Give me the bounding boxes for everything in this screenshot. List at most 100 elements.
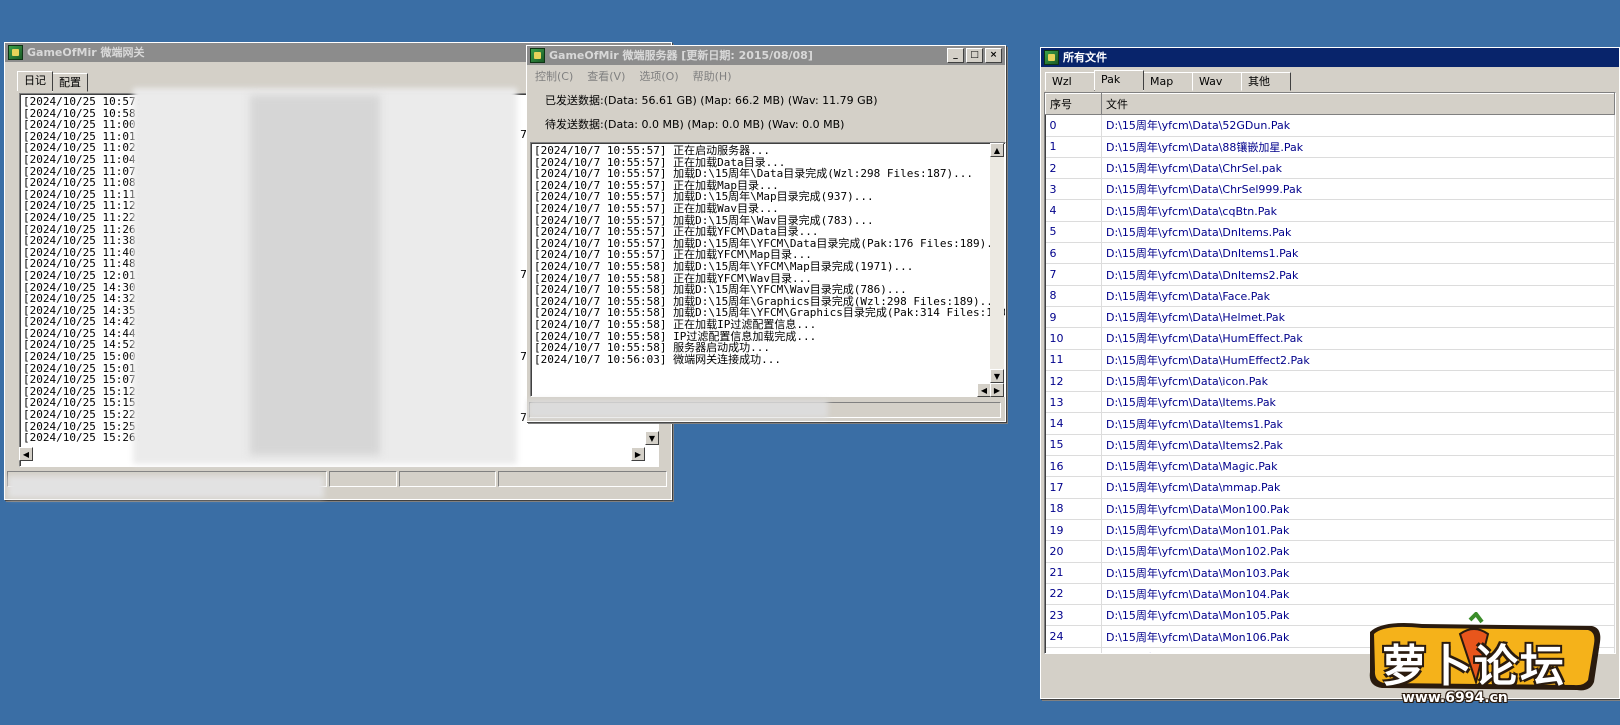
table-row[interactable]: 1 D:\15周年\yfcm\Data\88镶嵌加星.Pak: [1045, 136, 1615, 158]
scroll-left-icon[interactable]: ◀: [19, 447, 33, 461]
row-index: 14: [1045, 412, 1102, 435]
table-row[interactable]: 19 D:\15周年\yfcm\Data\Mon101.Pak: [1045, 519, 1615, 542]
tab-log[interactable]: 日记: [17, 71, 53, 91]
maximize-icon[interactable]: □: [966, 48, 983, 63]
row-file-path: D:\15周年\yfcm\Data\mmap.Pak: [1101, 476, 1615, 499]
row-file-path: D:\15周年\yfcm\Data\88镶嵌加星.Pak: [1101, 136, 1615, 158]
row-file-path: D:\15周年\yfcm\Data\Mon104.Pak: [1101, 583, 1615, 606]
row-index: 15: [1045, 434, 1102, 457]
server-log-vscroll[interactable]: [990, 143, 1004, 383]
server-menubar: 控制(C) 查看(V) 选项(O) 帮助(H): [535, 68, 731, 84]
table-row[interactable]: 4 D:\15周年\yfcm\Data\cqBtn.Pak: [1045, 199, 1615, 222]
row-index: 0: [1045, 114, 1102, 137]
files-titlebar[interactable]: 所有文件: [1041, 48, 1619, 67]
log-line: [2024/10/7 10:55:57] 正在启动服务器...: [534, 144, 770, 157]
row-file-path: D:\15周年\yfcm\Data\ChrSel999.Pak: [1101, 178, 1615, 201]
row-file-path: D:\15周年\yfcm\Data\icon.Pak: [1101, 370, 1615, 393]
row-file-path: D:\15周年\yfcm\Data\Items1.Pak: [1101, 412, 1615, 435]
menu-control[interactable]: 控制(C): [535, 68, 573, 84]
table-row[interactable]: 5 D:\15周年\yfcm\Data\DnItems.Pak: [1045, 221, 1615, 244]
column-index[interactable]: 序号: [1045, 93, 1102, 116]
table-row[interactable]: 21 D:\15周年\yfcm\Data\Mon103.Pak: [1045, 562, 1615, 584]
scroll-down-icon[interactable]: ▼: [990, 369, 1004, 383]
app-icon: [530, 48, 545, 63]
sent-data: 已发送数据:(Data: 56.61 GB) (Map: 66.2 MB) (W…: [545, 94, 878, 107]
row-file-path: D:\15周年\yfcm\Data\52GDun.Pak: [1101, 114, 1615, 137]
blurred-status: [8, 476, 324, 498]
row-file-path: D:\15周年\yfcm\Data\HumEffect.Pak: [1101, 327, 1615, 350]
row-index: 16: [1045, 455, 1102, 478]
gateway-title: GameOfMir 微端网关: [27, 46, 145, 59]
table-row[interactable]: 17 D:\15周年\yfcm\Data\mmap.Pak: [1045, 476, 1615, 499]
row-file-path: D:\15周年\yfcm\Data\DnItems2.Pak: [1101, 263, 1615, 286]
table-row[interactable]: 13 D:\15周年\yfcm\Data\Items.Pak: [1045, 391, 1615, 414]
tab-config[interactable]: 配置: [52, 73, 88, 92]
menu-help[interactable]: 帮助(H): [693, 68, 732, 84]
logo-url: www.6994.cn: [1402, 690, 1508, 706]
table-row[interactable]: 11 D:\15周年\yfcm\Data\HumEffect2.Pak: [1045, 349, 1615, 371]
table-row[interactable]: 2 D:\15周年\yfcm\Data\ChrSel.pak: [1045, 157, 1615, 180]
row-file-path: D:\15周年\yfcm\Data\DnItems1.Pak: [1101, 242, 1615, 265]
row-file-path: D:\15周年\yfcm\Data\Magic.Pak: [1101, 455, 1615, 478]
table-row[interactable]: 6 D:\15周年\yfcm\Data\DnItems1.Pak: [1045, 242, 1615, 265]
server-log[interactable]: [2024/10/7 10:55:57] 正在启动服务器... [2024/10/…: [530, 142, 1006, 397]
menu-options[interactable]: 选项(O): [639, 68, 678, 84]
table-row[interactable]: 9 D:\15周年\yfcm\Data\Helmet.Pak: [1045, 306, 1615, 329]
row-index: 2: [1045, 157, 1102, 180]
server-window: GameOfMir 微端服务器 [更新日期: 2015/08/08] _ □ ×…: [526, 45, 1006, 422]
files-tab[interactable]: Wzl: [1045, 72, 1095, 91]
table-row[interactable]: 16 D:\15周年\yfcm\Data\Magic.Pak: [1045, 455, 1615, 478]
row-file-path: D:\15周年\yfcm\Data\Face.Pak: [1101, 285, 1615, 307]
table-row[interactable]: 20 D:\15周年\yfcm\Data\Mon102.Pak: [1045, 540, 1615, 563]
column-file[interactable]: 文件: [1101, 93, 1615, 116]
row-index: 4: [1045, 199, 1102, 222]
row-file-path: D:\15周年\yfcm\Data\Helmet.Pak: [1101, 306, 1615, 329]
log-line: [2024/10/7 10:55:57] 正在加载YFCM\Data目录...: [534, 225, 819, 239]
close-icon[interactable]: ×: [985, 48, 1002, 63]
table-row[interactable]: 15 D:\15周年\yfcm\Data\Items2.Pak: [1045, 434, 1615, 457]
files-tab[interactable]: 其他: [1241, 72, 1291, 91]
log-line: [2024/10/7 10:55:57] 正在加载Wav目录...: [534, 201, 779, 215]
table-row[interactable]: 22 D:\15周年\yfcm\Data\Mon104.Pak: [1045, 583, 1615, 606]
files-tab[interactable]: Wav: [1192, 72, 1242, 91]
table-row[interactable]: 3 D:\15周年\yfcm\Data\ChrSel999.Pak: [1045, 178, 1615, 201]
table-row[interactable]: 8 D:\15周年\yfcm\Data\Face.Pak: [1045, 285, 1615, 307]
scroll-down-icon[interactable]: ▼: [645, 431, 659, 445]
app-icon: [8, 45, 23, 60]
row-file-path: D:\15周年\yfcm\Data\Items2.Pak: [1101, 434, 1615, 457]
row-file-path: D:\15周年\yfcm\Data\DnItems.Pak: [1101, 221, 1615, 244]
blurred-status: [528, 400, 828, 418]
table-row[interactable]: 18 D:\15周年\yfcm\Data\Mon100.Pak: [1045, 498, 1615, 520]
files-list[interactable]: 序号 文件 0 D:\15周年\yfcm\Data\52GDun.Pak 1 D:\1…: [1044, 92, 1616, 654]
files-tab[interactable]: Map: [1143, 72, 1193, 91]
server-title: GameOfMir 微端服务器 [更新日期: 2015/08/08]: [549, 49, 813, 62]
table-row[interactable]: 10 D:\15周年\yfcm\Data\HumEffect.Pak: [1045, 327, 1615, 350]
log-line: [2024/10/7 10:55:58] 正在加载IP过滤配置信息...: [534, 317, 817, 331]
menu-view[interactable]: 查看(V): [587, 68, 625, 84]
row-file-path: D:\15周年\yfcm\Data\Mon102.Pak: [1101, 540, 1615, 563]
scroll-right-icon[interactable]: ▶: [990, 383, 1004, 397]
row-index: 22: [1045, 583, 1102, 606]
server-titlebar[interactable]: GameOfMir 微端服务器 [更新日期: 2015/08/08] _ □ ×: [527, 46, 1005, 65]
scroll-right-icon[interactable]: ▶: [631, 447, 645, 461]
files-tab[interactable]: Pak: [1094, 70, 1144, 90]
row-file-path: D:\15周年\yfcm\Data\Mon101.Pak: [1101, 519, 1615, 542]
files-window: 所有文件 Wzl Pak Map Wav 其他 序号 文件 0 D:\15周年\yfcm\…: [1040, 47, 1620, 699]
watermark-logo: 萝卜论坛 www.6994.cn: [1362, 610, 1607, 712]
row-file-path: D:\15周年\yfcm\Data\Mon100.Pak: [1101, 498, 1615, 520]
table-row[interactable]: 14 D:\15周年\yfcm\Data\Items1.Pak: [1045, 412, 1615, 435]
scroll-up-icon[interactable]: ▲: [990, 143, 1004, 157]
files-title: 所有文件: [1063, 51, 1107, 64]
log-line: [2024/10/7 10:55:58] 加载D:\15周年\YFCM\Wav目…: [534, 283, 907, 297]
row-index: 1: [1045, 136, 1102, 158]
table-row[interactable]: 0 D:\15周年\yfcm\Data\52GDun.Pak: [1045, 114, 1615, 137]
table-row[interactable]: 12 D:\15周年\yfcm\Data\icon.Pak: [1045, 370, 1615, 393]
row-index: 21: [1045, 562, 1102, 584]
row-index: 7: [1045, 263, 1102, 286]
row-index: 5: [1045, 221, 1102, 244]
scroll-left-icon[interactable]: ◀: [977, 383, 991, 397]
minimize-icon[interactable]: _: [947, 48, 964, 63]
pending-data: 待发送数据:(Data: 0.0 MB) (Map: 0.0 MB) (Wav:…: [545, 118, 845, 131]
row-index: 18: [1045, 498, 1102, 520]
table-row[interactable]: 7 D:\15周年\yfcm\Data\DnItems2.Pak: [1045, 263, 1615, 286]
